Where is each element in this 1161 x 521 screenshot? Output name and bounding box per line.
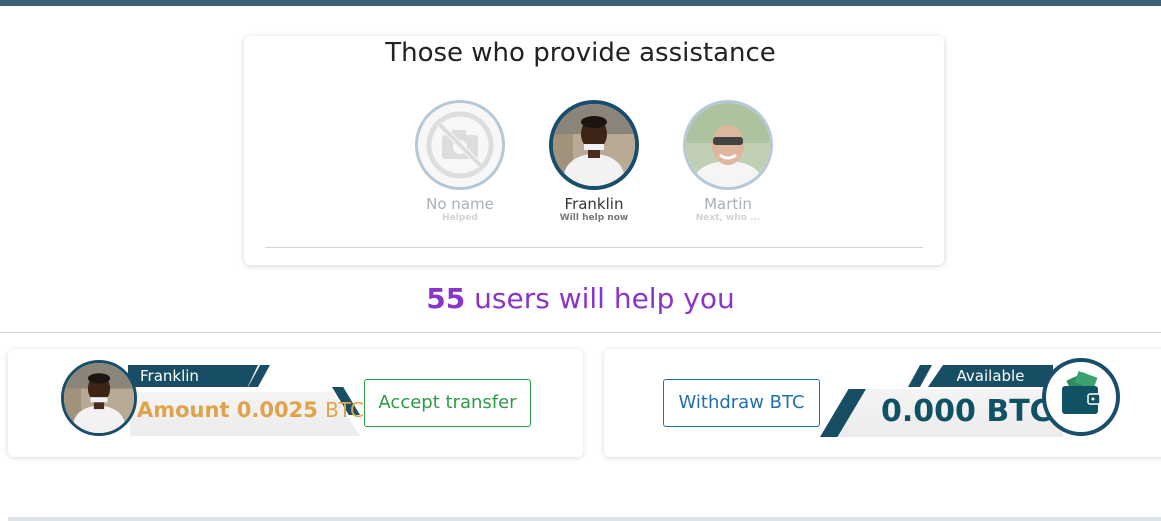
helper-status: Will help now: [559, 213, 629, 223]
amount-unit: BTC: [325, 398, 364, 422]
helper-status: Helped: [442, 213, 478, 223]
helpers-count-line: 55 users will help you: [0, 282, 1161, 315]
helpers-count-text: users will help you: [465, 282, 735, 315]
transfer-amount: Amount 0.0025 BTC: [137, 398, 364, 422]
avatar: [683, 100, 773, 190]
top-nav-bar: [0, 0, 1161, 6]
page-divider: [0, 332, 1161, 333]
amount-value: Amount 0.0025: [137, 398, 318, 422]
available-label: Available: [928, 365, 1053, 387]
franklin-photo: [64, 363, 134, 433]
helper-no-name: No name Helped: [400, 100, 520, 224]
bottom-strip: [8, 517, 1161, 521]
helpers-count: 55: [426, 282, 466, 315]
no-photo-avatar: [415, 100, 505, 190]
btc-balance: 0.000 BTC: [881, 394, 1052, 429]
helper-status: Next, who ...: [695, 213, 761, 223]
withdraw-btc-button[interactable]: Withdraw BTC: [663, 379, 820, 427]
helpers-title: Those who provide assistance: [385, 38, 776, 68]
no-photo-icon: [418, 103, 502, 187]
accept-transfer-button[interactable]: Accept transfer: [364, 379, 531, 427]
franklin-photo: [553, 104, 635, 186]
martin-photo: [686, 103, 770, 187]
wallet-icon: [1042, 358, 1120, 436]
helper-name: No name: [426, 195, 494, 213]
divider: [265, 247, 923, 248]
avatar: [549, 100, 639, 190]
helper-franklin: Franklin Will help now: [534, 100, 654, 224]
helper-name-banner: Franklin: [128, 365, 258, 387]
transfer-avatar: [61, 360, 137, 436]
helper-name: Martin: [704, 195, 752, 213]
helper-name: Franklin: [564, 195, 624, 213]
helper-martin: Martin Next, who ...: [668, 100, 788, 224]
